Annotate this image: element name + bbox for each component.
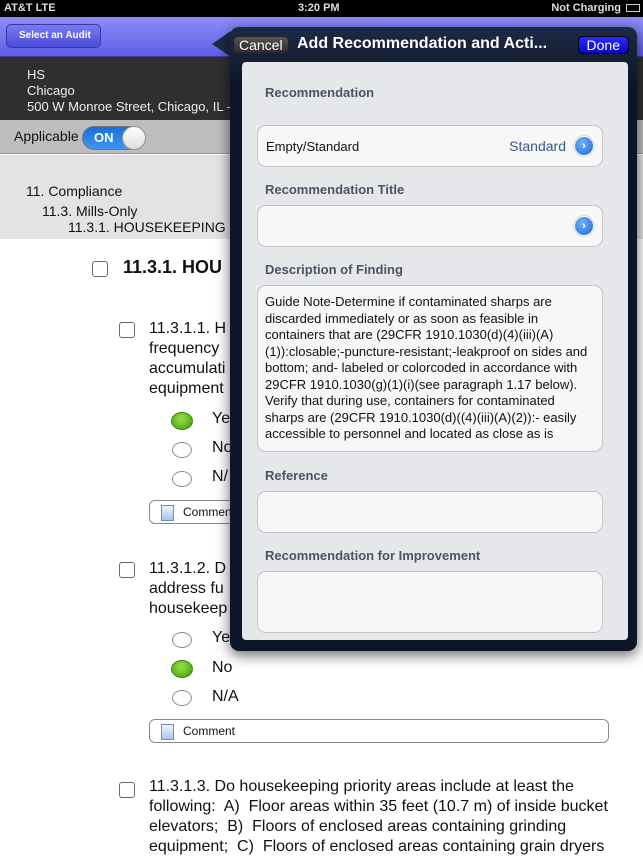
recommendation-label: Recommendation	[265, 85, 375, 100]
toggle-state: ON	[94, 130, 114, 145]
applicable-label: Applicable	[14, 128, 79, 144]
breadcrumb-level-3[interactable]: 11.3.1. HOUSEKEEPING	[68, 219, 226, 235]
radio-na[interactable]	[172, 471, 192, 487]
radio-yes[interactable]	[171, 412, 193, 430]
improvement-field[interactable]	[257, 571, 603, 633]
question-checkbox[interactable]	[119, 322, 135, 338]
radio-no[interactable]	[171, 660, 193, 678]
section-checkbox[interactable]	[92, 261, 108, 277]
toggle-knob	[122, 126, 146, 150]
recommendation-field-label: Empty/Standard	[266, 139, 360, 154]
popover-arrow	[212, 31, 231, 57]
radio-label: N/	[212, 468, 228, 485]
carrier: AT&T LTE	[4, 2, 56, 14]
cancel-button[interactable]: Cancel	[233, 36, 289, 54]
add-recommendation-popover: Cancel Add Recommendation and Acti... Do…	[230, 27, 637, 651]
comment-button[interactable]: Comment	[149, 719, 609, 743]
radio-na[interactable]	[172, 690, 192, 706]
comment-label: Commen	[183, 505, 232, 519]
applicable-toggle[interactable]: ON	[82, 126, 146, 150]
reference-field[interactable]	[257, 491, 603, 533]
radio-yes[interactable]	[172, 632, 192, 648]
section-heading: 11.3.1. HOU	[123, 257, 223, 277]
question-text: 11.3.1.2. D address fu housekeep	[149, 560, 228, 617]
radio-label: No	[212, 659, 233, 676]
improvement-label: Recommendation for Improvement	[265, 548, 481, 563]
select-audit-back-button[interactable]: Select an Audit	[6, 24, 101, 48]
radio-label: N/A	[212, 688, 239, 705]
popover-title: Add Recommendation and Acti...	[297, 35, 548, 52]
radio-label: Ye	[212, 629, 231, 646]
recommendation-title-field[interactable]: ›	[257, 205, 603, 247]
document-icon	[161, 505, 174, 521]
title-label: Recommendation Title	[265, 182, 405, 197]
breadcrumb-level-2[interactable]: 11.3. Mills-Only	[42, 203, 137, 219]
clock: 3:20 PM	[298, 2, 340, 14]
description-textarea[interactable]: Guide Note-Determine if contaminated sha…	[257, 285, 603, 452]
question-text: 11.3.1.1. H frequency accumulati equipme…	[149, 320, 227, 397]
comment-label: Comment	[183, 724, 236, 738]
done-button[interactable]: Done	[577, 36, 629, 54]
battery-icon	[626, 4, 640, 12]
status-bar: AT&T LTE 3:20 PM Not Charging	[0, 0, 643, 17]
recommendation-selector[interactable]: Empty/Standard Standard ›	[257, 125, 603, 167]
question-text: 11.3.1.3. Do housekeeping priority areas…	[149, 778, 608, 855]
recommendation-value: Standard	[509, 138, 566, 154]
description-label: Description of Finding	[265, 262, 403, 277]
disclosure-chevron-icon[interactable]: ›	[574, 136, 594, 156]
radio-label: Ye	[212, 410, 231, 427]
breadcrumb-level-1[interactable]: 11. Compliance	[26, 183, 122, 199]
recommendation-form: Recommendation Empty/Standard Standard ›…	[242, 62, 628, 640]
document-icon	[161, 724, 174, 740]
question-checkbox[interactable]	[119, 562, 135, 578]
battery-status: Not Charging	[551, 2, 621, 14]
reference-label: Reference	[265, 468, 328, 483]
question-checkbox[interactable]	[119, 782, 135, 798]
disclosure-chevron-icon[interactable]: ›	[574, 216, 594, 236]
description-text: Guide Note-Determine if contaminated sha…	[265, 294, 588, 441]
radio-no[interactable]	[172, 442, 192, 458]
